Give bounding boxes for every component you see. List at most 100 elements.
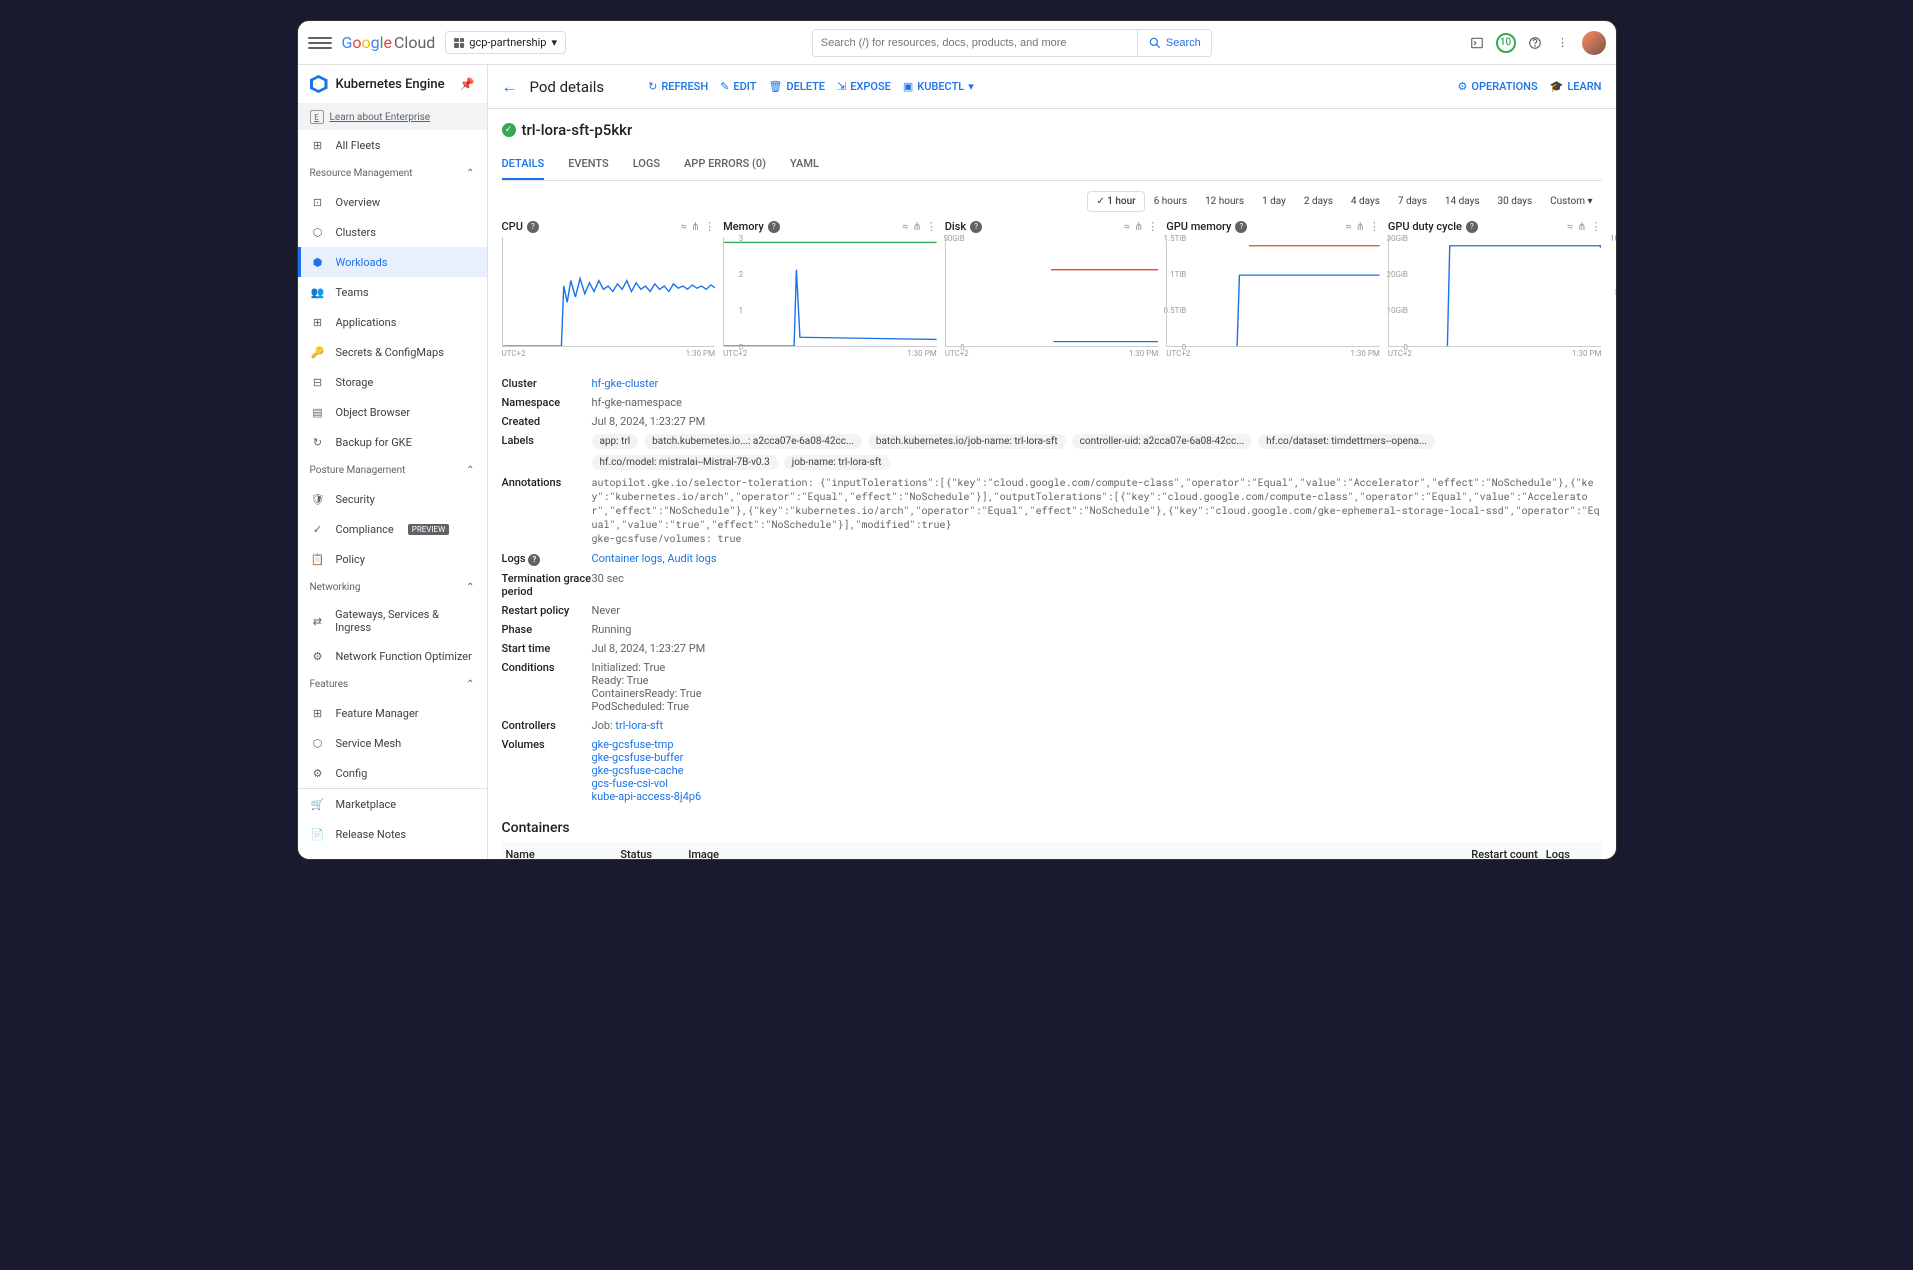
sidebar-item-nfo[interactable]: ⚙Network Function Optimizer: [298, 641, 487, 671]
more-icon[interactable]: ⋮: [1590, 220, 1601, 233]
time-range-option[interactable]: 12 hours: [1196, 191, 1253, 212]
sidebar-item-object-browser[interactable]: ▤Object Browser: [298, 397, 487, 427]
sidebar-item-marketplace[interactable]: 🛒Marketplace: [298, 789, 487, 819]
tab-details[interactable]: DETAILS: [502, 149, 545, 180]
sidebar-collapse[interactable]: ‹|: [298, 849, 487, 859]
sidebar-item-policy[interactable]: 📋Policy: [298, 544, 487, 574]
sidebar-item-release-notes[interactable]: 📄Release Notes: [298, 819, 487, 849]
tab-logs[interactable]: LOGS: [633, 149, 660, 180]
chart-icon[interactable]: ⋔: [1356, 220, 1365, 233]
tab-events[interactable]: EVENTS: [568, 149, 608, 180]
sidebar-item-compliance[interactable]: ✓CompliancePREVIEW: [298, 514, 487, 544]
time-range-option[interactable]: 2 days: [1295, 191, 1342, 212]
sidebar-item-workloads[interactable]: ⬢Workloads: [298, 247, 487, 277]
chart-icon[interactable]: ⋔: [1577, 220, 1586, 233]
search-button[interactable]: Search: [1137, 30, 1211, 56]
sidebar-section-resource[interactable]: Resource Management⌃: [298, 160, 487, 187]
help-icon[interactable]: [1526, 34, 1544, 52]
avatar[interactable]: [1582, 31, 1606, 55]
product-title: Kubernetes Engine: [336, 77, 452, 92]
sidebar-item-security[interactable]: 🛡Security: [298, 484, 487, 514]
label-chip[interactable]: app: trl: [592, 434, 639, 449]
preview-badge: PREVIEW: [408, 524, 449, 535]
sidebar-item-service-mesh[interactable]: ⬡Service Mesh: [298, 728, 487, 758]
time-range-option[interactable]: 6 hours: [1145, 191, 1196, 212]
label-chip[interactable]: hf.co/model: mistralai--Mistral-7B-v0.3: [592, 455, 778, 470]
sidebar-item-applications[interactable]: ⊞Applications: [298, 307, 487, 337]
top-bar: GoogleCloud gcp-partnership ▾ Search 10 …: [298, 21, 1616, 65]
time-range: 1 hour6 hours12 hours1 day2 days4 days7 …: [502, 191, 1602, 212]
label-chip[interactable]: batch.kubernetes.io/job-name: trl-lora-s…: [868, 434, 1066, 449]
chart-icon[interactable]: ≈: [1124, 220, 1130, 233]
kubectl-button[interactable]: ▣ KUBECTL ▾: [903, 80, 974, 93]
time-range-option[interactable]: 1 hour: [1087, 191, 1144, 212]
more-icon[interactable]: ⋮: [704, 220, 715, 233]
delete-button[interactable]: 🗑 DELETE: [768, 80, 825, 93]
edit-button[interactable]: ✎ EDIT: [720, 80, 756, 93]
help-icon[interactable]: ?: [1235, 221, 1247, 233]
tab-yaml[interactable]: YAML: [790, 149, 819, 180]
help-icon[interactable]: ?: [768, 221, 780, 233]
pin-icon[interactable]: 📌: [460, 77, 475, 91]
enterprise-banner[interactable]: E Learn about Enterprise: [298, 104, 487, 130]
more-icon[interactable]: ⋮: [926, 220, 937, 233]
label-chip[interactable]: job-name: trl-lora-sft: [784, 455, 890, 470]
volume-link[interactable]: gke-gcsfuse-cache: [592, 764, 684, 777]
more-icon[interactable]: ⋮: [1554, 34, 1572, 52]
sidebar-item-secrets[interactable]: 🔑Secrets & ConfigMaps: [298, 337, 487, 367]
sidebar-item-gateways[interactable]: ⇄Gateways, Services & Ingress: [298, 601, 487, 641]
label-chip[interactable]: controller-uid: a2cca07e-6a08-42cc...: [1072, 434, 1253, 449]
back-button[interactable]: ←: [502, 77, 518, 97]
help-icon[interactable]: ?: [1466, 221, 1478, 233]
more-icon[interactable]: ⋮: [1147, 220, 1158, 233]
menu-icon[interactable]: [308, 31, 332, 55]
time-range-option[interactable]: Custom ▾: [1541, 191, 1601, 212]
terminal-icon[interactable]: [1468, 34, 1486, 52]
chart-icon[interactable]: ≈: [902, 220, 908, 233]
label-chip[interactable]: batch.kubernetes.io...: a2cca07e-6a08-42…: [644, 434, 862, 449]
project-picker[interactable]: gcp-partnership ▾: [445, 31, 566, 54]
chart-icon[interactable]: ≈: [1567, 220, 1573, 233]
notification-badge[interactable]: 10: [1496, 33, 1516, 53]
learn-button[interactable]: 🎓 LEARN: [1550, 80, 1602, 93]
search-input[interactable]: [813, 30, 1137, 56]
time-range-option[interactable]: 30 days: [1489, 191, 1542, 212]
chart-gpu-duty-cycle: GPU duty cycle ? ≈ ⋔ ⋮ 100%50%0 UTC+21:3…: [1388, 220, 1602, 358]
more-icon[interactable]: ⋮: [1369, 220, 1380, 233]
help-icon[interactable]: ?: [970, 221, 982, 233]
logo[interactable]: GoogleCloud: [342, 33, 436, 52]
chart-icon[interactable]: ⋔: [691, 220, 700, 233]
sidebar-item-storage[interactable]: ⊟Storage: [298, 367, 487, 397]
chart-icon[interactable]: ≈: [1345, 220, 1351, 233]
refresh-button[interactable]: ↻ REFRESH: [648, 80, 708, 93]
operations-button[interactable]: ⚙ OPERATIONS: [1458, 80, 1538, 93]
sidebar-section-features[interactable]: Features⌃: [298, 671, 487, 698]
chart-icon[interactable]: ≈: [681, 220, 687, 233]
volume-link[interactable]: gke-gcsfuse-buffer: [592, 751, 684, 764]
tab-app-errors[interactable]: APP ERRORS (0): [684, 149, 766, 180]
chart-icon[interactable]: ⋔: [1134, 220, 1143, 233]
tabs: DETAILS EVENTS LOGS APP ERRORS (0) YAML: [502, 149, 1602, 181]
volume-link[interactable]: kube-api-access-8j4p6: [592, 790, 702, 803]
cluster-link[interactable]: hf-gke-cluster: [592, 377, 659, 390]
chevron-down-icon: ▾: [551, 36, 557, 49]
sidebar-item-overview[interactable]: ⊡Overview: [298, 187, 487, 217]
sidebar-section-networking[interactable]: Networking⌃: [298, 574, 487, 601]
sidebar-section-posture[interactable]: Posture Management⌃: [298, 457, 487, 484]
sidebar-item-backup[interactable]: ↻Backup for GKE: [298, 427, 487, 457]
label-chip[interactable]: hf.co/dataset: timdettmers--opena...: [1258, 434, 1435, 449]
time-range-option[interactable]: 7 days: [1389, 191, 1436, 212]
expose-button[interactable]: ⇲ EXPOSE: [837, 80, 891, 93]
sidebar-item-teams[interactable]: 👥Teams: [298, 277, 487, 307]
volume-link[interactable]: gcs-fuse-csi-vol: [592, 777, 668, 790]
help-icon[interactable]: ?: [527, 221, 539, 233]
time-range-option[interactable]: 14 days: [1436, 191, 1489, 212]
sidebar-item-clusters[interactable]: ⬡Clusters: [298, 217, 487, 247]
volume-link[interactable]: gke-gcsfuse-tmp: [592, 738, 674, 751]
sidebar-item-all-fleets[interactable]: ⊞All Fleets: [298, 130, 487, 160]
time-range-option[interactable]: 4 days: [1342, 191, 1389, 212]
sidebar-item-feature-manager[interactable]: ⊞Feature Manager: [298, 698, 487, 728]
sidebar-item-config[interactable]: ⚙Config: [298, 758, 487, 788]
time-range-option[interactable]: 1 day: [1253, 191, 1295, 212]
chart-icon[interactable]: ⋔: [912, 220, 921, 233]
